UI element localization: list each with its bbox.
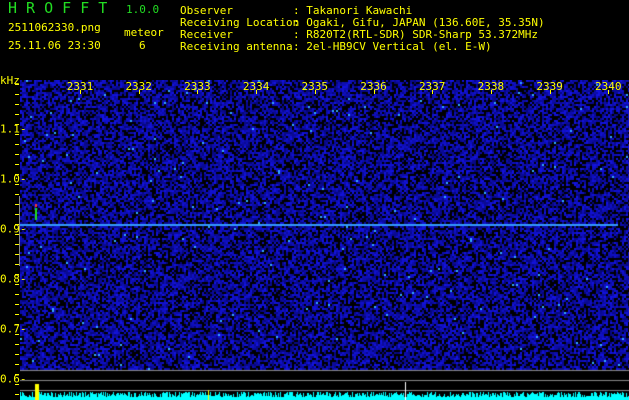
y-minor-tick xyxy=(15,384,19,385)
y-minor-tick xyxy=(15,334,19,335)
y-tick-label: 0.9- xyxy=(0,222,27,236)
y-minor-tick xyxy=(15,294,19,295)
y-tick-label: 1.0- xyxy=(0,172,27,186)
x-tick-mark xyxy=(80,90,81,94)
y-minor-tick xyxy=(15,304,19,305)
y-minor-tick xyxy=(15,394,19,395)
y-minor-tick xyxy=(15,314,19,315)
y-minor-tick xyxy=(15,94,19,95)
y-minor-tick xyxy=(15,164,19,165)
x-tick-mark xyxy=(549,90,551,94)
y-unit-label: kHz xyxy=(0,74,20,87)
waterfall-spectrogram xyxy=(20,80,629,400)
y-minor-tick xyxy=(15,104,19,105)
app-logo: H R O F F T xyxy=(8,0,108,17)
y-minor-tick xyxy=(15,174,19,175)
antenna-value: : 2el-HB9CV Vertical (el. E-W) xyxy=(293,40,492,53)
x-tick-mark xyxy=(608,90,610,94)
y-minor-tick xyxy=(15,364,19,365)
y-minor-tick xyxy=(15,134,19,135)
x-tick-mark xyxy=(138,90,140,94)
file-datetime: 25.11.06 23:30 xyxy=(8,39,101,52)
file-name: 2511062330.png xyxy=(8,21,101,34)
app-version: 1.0.0 xyxy=(126,3,160,16)
x-tick-mark xyxy=(432,90,434,94)
y-minor-tick xyxy=(15,344,19,345)
x-tick-mark xyxy=(314,90,316,94)
y-tick-label: 0.7- xyxy=(0,322,27,336)
x-tick-mark xyxy=(490,90,492,94)
y-minor-tick xyxy=(15,124,19,125)
y-minor-tick xyxy=(15,354,19,355)
x-tick-mark xyxy=(373,90,375,94)
y-minor-tick xyxy=(15,194,19,195)
gray-marker-line xyxy=(19,196,20,266)
y-minor-tick xyxy=(15,114,19,115)
y-minor-tick xyxy=(15,284,19,285)
y-minor-tick xyxy=(15,274,19,275)
y-minor-tick xyxy=(15,324,19,325)
antenna-label: Receiving antenna xyxy=(180,40,293,53)
y-minor-tick xyxy=(15,84,19,85)
x-tick-mark xyxy=(197,90,199,94)
y-tick-label: 0.6- xyxy=(0,372,27,386)
y-tick-label: 1.1- xyxy=(0,122,27,136)
y-minor-tick xyxy=(15,184,19,185)
x-tick-mark xyxy=(256,90,258,94)
meteor-count: 6 xyxy=(139,39,146,52)
y-minor-tick xyxy=(15,144,19,145)
meteor-label: meteor xyxy=(124,26,164,39)
y-minor-tick xyxy=(15,154,19,155)
y-tick-label: 0.8- xyxy=(0,272,27,286)
y-minor-tick xyxy=(15,374,19,375)
